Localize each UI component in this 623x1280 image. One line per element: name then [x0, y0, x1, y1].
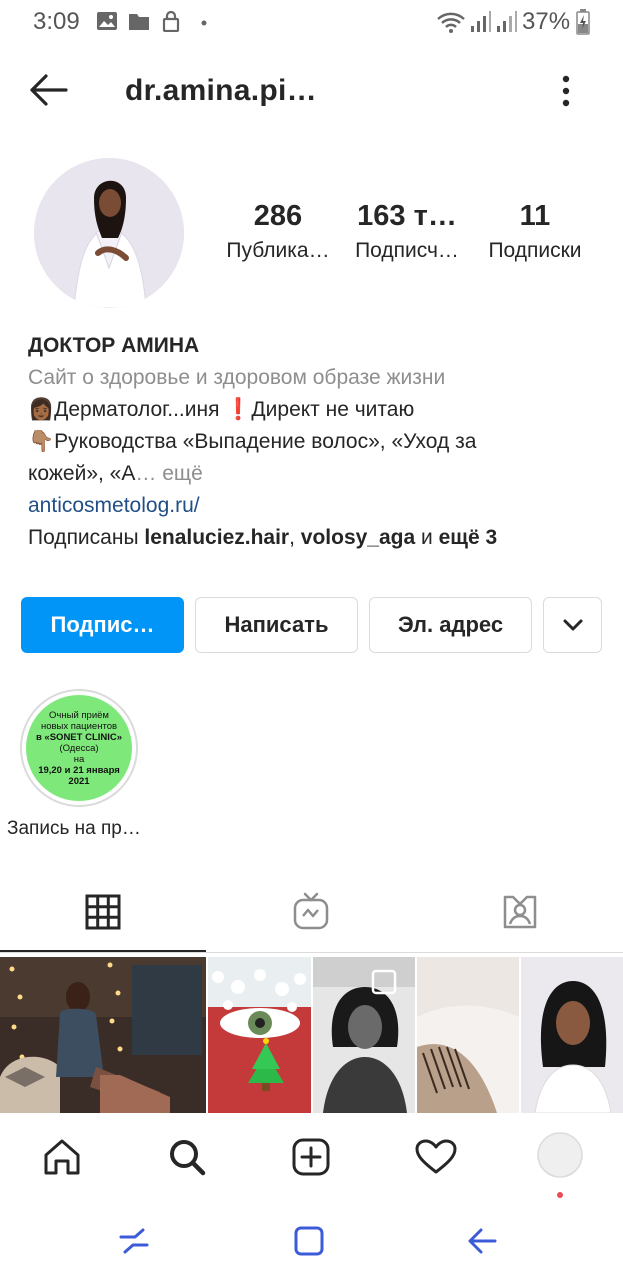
activity-heart-icon[interactable]	[415, 1139, 457, 1180]
profile-category: Сайт о здоровье и здоровом образе жизни	[28, 366, 446, 389]
following-count: 11	[519, 200, 551, 232]
followers-label: Подписч…	[355, 239, 459, 262]
bio-more-link[interactable]: … ещё	[135, 462, 202, 485]
following-stat[interactable]: 11 Подписки	[478, 200, 592, 263]
more-options-icon[interactable]	[560, 74, 572, 113]
post-thumbnail-4[interactable]	[417, 957, 519, 1113]
signal-icon-2	[496, 10, 518, 39]
profile-avatar-icon[interactable]	[537, 1132, 583, 1183]
post-thumbnail-2[interactable]	[208, 957, 311, 1113]
battery-icon	[576, 9, 590, 40]
post-thumbnail-1[interactable]	[0, 957, 206, 1113]
bio-line-2: 👇🏽Руководства «Выпадение волос», «Уход з…	[28, 430, 477, 453]
posts-label: Публика…	[226, 239, 330, 262]
highlight-text-1: Очный приём	[49, 709, 109, 721]
lock-icon	[160, 10, 182, 37]
chevron-down-icon	[562, 612, 584, 638]
profile-header: dr.amina.pi…	[0, 56, 623, 126]
highlight-text-6: 19,20 и 21 января	[38, 764, 120, 776]
message-button[interactable]: Написать	[195, 597, 358, 653]
clock: 3:09	[33, 8, 80, 35]
folder-icon	[128, 10, 150, 37]
back-arrow-icon[interactable]	[28, 72, 68, 113]
followed-by-sep: ,	[289, 526, 301, 549]
suggested-accounts-button[interactable]	[543, 597, 602, 653]
bio-line-3-text: кожей», «А	[28, 462, 136, 485]
signal-icon	[470, 10, 492, 39]
followed-by-user-2[interactable]: volosy_aga	[301, 526, 415, 549]
wifi-icon	[436, 10, 466, 39]
new-post-icon[interactable]	[291, 1137, 331, 1182]
battery-percent: 37%	[522, 8, 571, 35]
following-label: Подписки	[488, 239, 582, 262]
followed-by-more[interactable]: ещё 3	[439, 526, 498, 549]
highlight-label[interactable]: Запись на пр…	[7, 818, 141, 840]
image-icon	[96, 10, 118, 37]
followers-count: 163 т…	[357, 200, 457, 232]
igtv-tab-icon[interactable]	[293, 892, 329, 935]
followed-by[interactable]: Подписаны lenaluciez.hair, volosy_aga и …	[28, 522, 608, 554]
post-thumbnail-5[interactable]	[521, 957, 623, 1113]
bio-line-3: кожей», «А… ещё	[28, 458, 608, 490]
bio-line-1: 👩🏾Дерматолог...иня ❗Директ не читаю	[28, 398, 415, 421]
dot-icon	[200, 14, 208, 32]
home-icon[interactable]	[42, 1137, 82, 1182]
search-icon[interactable]	[167, 1137, 207, 1182]
highlight-text-5: на	[73, 753, 85, 765]
followed-by-and: и	[415, 526, 439, 549]
system-back-icon[interactable]	[466, 1225, 498, 1262]
email-button[interactable]: Эл. адрес	[369, 597, 532, 653]
profile-website-link[interactable]: anticosmetolog.ru/	[28, 490, 608, 522]
grid-tab-icon[interactable]	[85, 894, 121, 935]
highlight-text-2: новых пациентов	[40, 720, 118, 732]
home-button-icon[interactable]	[293, 1225, 325, 1262]
highlight-text-4: (Одесса)	[59, 742, 99, 754]
recent-apps-icon[interactable]	[118, 1225, 150, 1262]
followed-by-user-1[interactable]: lenaluciez.hair	[144, 526, 289, 549]
bottom-navigation	[0, 1113, 623, 1201]
profile-username: dr.amina.pi…	[125, 74, 317, 107]
highlight-text-7: 2021	[68, 775, 90, 787]
tabs-divider	[0, 952, 623, 953]
follow-button[interactable]: Подпис…	[21, 597, 184, 653]
followed-by-prefix: Подписаны	[28, 526, 145, 549]
posts-stat[interactable]: 286 Публика…	[222, 200, 334, 263]
highlight-cover[interactable]: Очный приём новых пациентов в «SONET CLI…	[26, 695, 132, 801]
status-bar: 3:09 37%	[0, 0, 623, 46]
highlight-text-3: в «SONET CLINIC»	[35, 731, 123, 743]
notification-dot-icon	[557, 1185, 563, 1203]
profile-bio: ДОКТОР АМИНА Сайт о здоровье и здоровом …	[28, 330, 608, 554]
followers-stat[interactable]: 163 т… Подписч…	[349, 200, 465, 263]
profile-avatar[interactable]	[34, 158, 184, 308]
post-thumbnail-3[interactable]	[313, 957, 415, 1113]
tagged-tab-icon[interactable]	[501, 894, 539, 935]
profile-name: ДОКТОР АМИНА	[28, 334, 200, 357]
system-navigation-bar	[0, 1203, 623, 1280]
posts-count: 286	[253, 200, 303, 232]
